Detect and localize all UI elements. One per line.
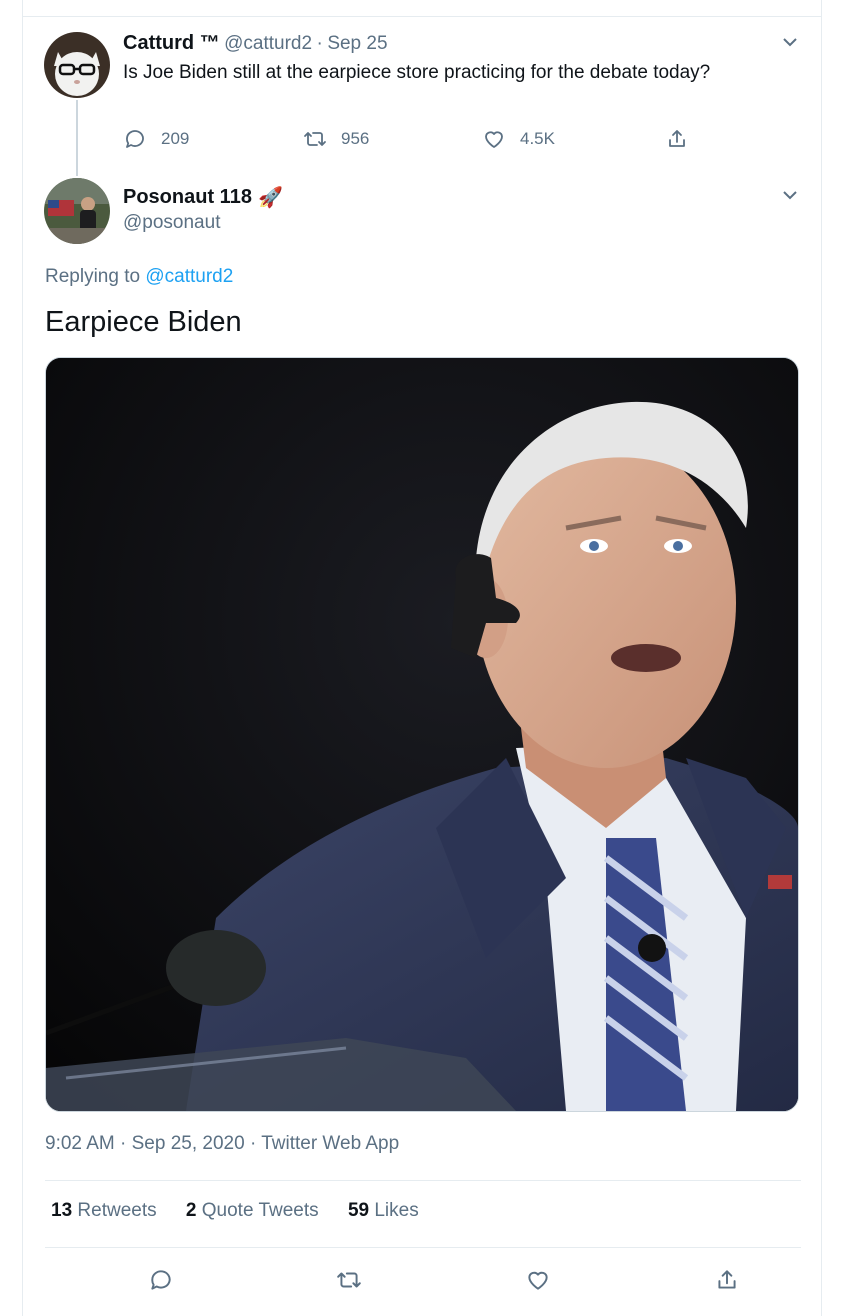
parent-tweet-actions: 209 956 4.5K [123,124,703,154]
heart-icon [485,131,503,148]
reply-icon [126,130,144,148]
retweets-count: 13 [51,1200,73,1221]
tweet-full-date[interactable]: Sep 25, 2020 [132,1133,245,1154]
avatar-catturd[interactable] [44,32,110,98]
retweet-button[interactable] [333,1264,365,1296]
reply-button[interactable] [145,1264,177,1296]
separator: · [316,33,323,54]
tweet-source[interactable]: Twitter Web App [261,1133,399,1154]
main-tweet-actions [45,1264,801,1296]
main-tweet-text: Earpiece Biden [45,306,242,338]
replying-to: Replying to @catturd2 [45,266,233,288]
like-count: 4.5K [520,129,555,148]
engagement-stats: 13 Retweets 2 Quote Tweets 59 Likes [51,1200,443,1222]
author-handle[interactable]: @posonaut [123,212,220,234]
retweet-button[interactable]: 956 [303,124,369,154]
chevron-down-icon[interactable] [780,185,800,205]
like-button[interactable]: 4.5K [482,124,555,154]
chevron-down-icon[interactable] [780,32,800,52]
replying-prefix: Replying to [45,266,141,287]
likes-count: 59 [347,1200,370,1221]
tweet-time[interactable]: 9:02 AM [45,1133,115,1154]
like-button[interactable] [522,1264,554,1296]
divider [23,16,821,17]
thread-connector [76,100,78,176]
photo-image [46,358,798,1111]
retweet-icon [337,1272,361,1288]
tweet-meta: 9:02 AM · Sep 25, 2020 · Twitter Web App [45,1133,399,1155]
author-name[interactable]: Posonaut 118 [123,186,252,209]
divider [45,1180,801,1181]
reply-icon [151,1270,171,1290]
share-icon [669,130,685,147]
retweet-icon [304,132,326,146]
share-button[interactable] [711,1264,743,1296]
separator: · [120,1133,127,1154]
replying-to-link[interactable]: @catturd2 [145,266,233,287]
likes-label: Likes [374,1200,419,1221]
parent-tweet-header: Catturd ™ @catturd2 · Sep 25 [123,32,388,55]
likes-stat[interactable]: 59 Likes [348,1200,419,1221]
quotes-label: Quote Tweets [201,1200,319,1221]
avatar-posonaut[interactable] [44,178,110,244]
quotes-count: 2 [185,1200,197,1221]
reply-count: 209 [161,129,190,148]
heart-icon [528,1271,548,1290]
reply-button[interactable]: 209 [123,124,189,154]
share-button[interactable] [665,124,703,154]
share-icon [718,1270,736,1289]
main-tweet-author: Posonaut 118 🚀 [123,185,283,210]
separator: · [249,1133,257,1154]
retweets-stat[interactable]: 13 Retweets [51,1200,162,1221]
rocket-icon: 🚀 [257,187,283,209]
retweets-label: Retweets [77,1200,157,1221]
author-name[interactable]: Catturd ™ [123,32,220,54]
tweet-photo[interactable] [45,357,799,1112]
author-handle[interactable]: @catturd2 [224,33,312,54]
retweet-count: 956 [341,129,370,148]
quote-tweets-stat[interactable]: 2 Quote Tweets [186,1200,324,1221]
timeline-column: Catturd ™ @catturd2 · Sep 25 Is Joe Bide… [22,0,822,1316]
divider [45,1247,801,1248]
parent-tweet-text: Is Joe Biden still at the earpiece store… [123,62,711,83]
tweet-date[interactable]: Sep 25 [327,33,387,54]
